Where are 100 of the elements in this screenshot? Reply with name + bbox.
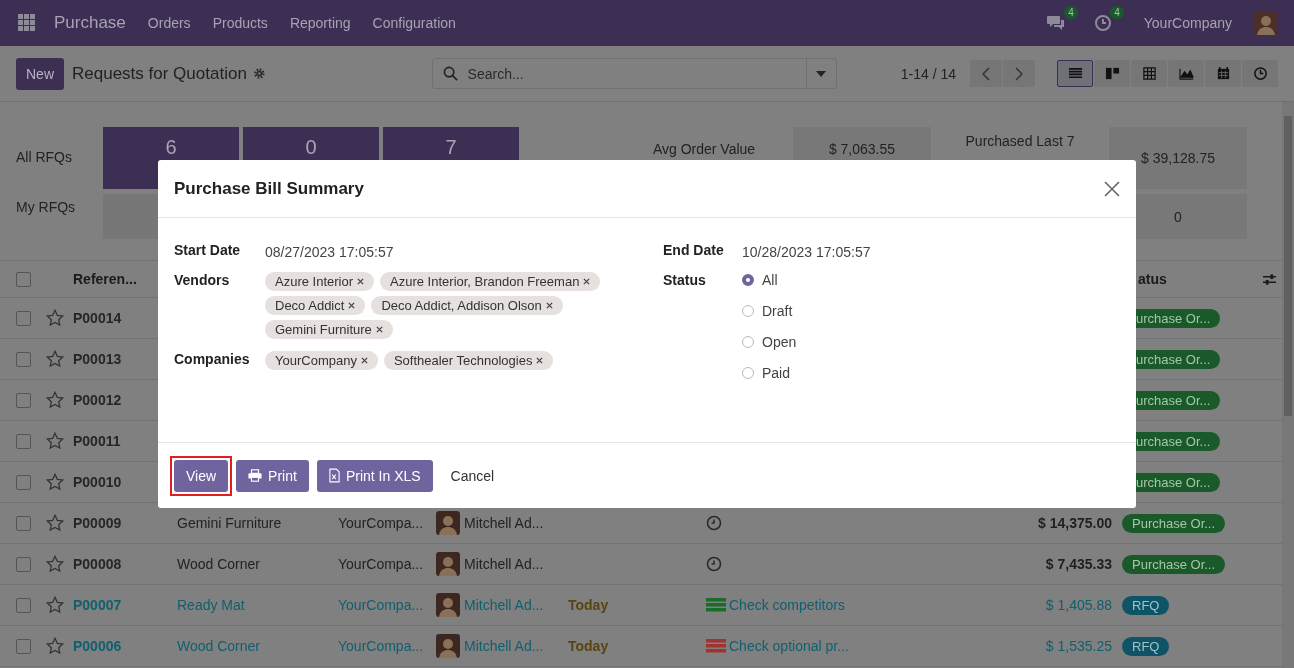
radio-button[interactable] xyxy=(742,274,754,286)
star-icon[interactable] xyxy=(46,350,64,368)
company-cell-text: YourCompa... xyxy=(338,638,425,654)
company-cell-text: YourCompa... xyxy=(338,515,425,531)
clock-icon[interactable] xyxy=(706,556,722,572)
menu-item[interactable]: Reporting xyxy=(289,15,351,31)
company-cell-text: YourCompa... xyxy=(338,597,425,613)
company-tag[interactable]: YourCompany xyxy=(265,351,378,370)
field-label: Vendors xyxy=(174,272,231,288)
new-button[interactable]: New xyxy=(16,57,64,90)
menu-item[interactable]: Orders xyxy=(147,15,191,31)
date-field[interactable]: 10/28/2023 17:05:57 xyxy=(742,242,871,260)
view-switch-button[interactable] xyxy=(1205,60,1241,87)
search-field[interactable]: Search... xyxy=(431,58,837,89)
star-icon[interactable] xyxy=(46,309,64,327)
remove-icon[interactable] xyxy=(545,302,553,309)
star-icon[interactable] xyxy=(46,432,64,450)
row-checkbox[interactable] xyxy=(16,556,31,572)
star-icon[interactable] xyxy=(46,637,64,655)
search-input[interactable]: Search... xyxy=(465,64,806,83)
row-checkbox[interactable] xyxy=(16,392,31,408)
gear-icon[interactable] xyxy=(252,67,266,80)
pager-text: 1-14 / 14 xyxy=(900,65,956,82)
date-field[interactable]: 08/27/2023 17:05:57 xyxy=(265,242,394,260)
row-checkbox[interactable] xyxy=(16,310,31,326)
row-checkbox[interactable] xyxy=(16,515,31,531)
row-checkbox[interactable] xyxy=(16,474,31,490)
vendor-tag[interactable]: Gemini Furniture xyxy=(265,320,393,339)
calendar-icon xyxy=(1215,66,1231,81)
menu-item[interactable]: Products xyxy=(212,15,268,31)
apps-grid-icon[interactable] xyxy=(18,14,36,32)
cancel-button[interactable]: Cancel xyxy=(436,457,509,494)
chevron-right-icon xyxy=(1015,66,1023,81)
row-checkbox[interactable] xyxy=(16,351,31,367)
row-checkbox[interactable] xyxy=(16,433,31,449)
vendor-cell-text: Wood Corner xyxy=(177,638,261,654)
company-tag[interactable]: Softhealer Technologies xyxy=(383,351,554,370)
status-badge: RFQ xyxy=(1122,636,1170,656)
remove-icon[interactable] xyxy=(583,278,591,285)
row-checkbox[interactable] xyxy=(16,597,31,613)
view-switch-button[interactable] xyxy=(1242,60,1278,87)
vendor-cell-text: Gemini Furniture xyxy=(177,515,283,531)
view-switch-button[interactable] xyxy=(1094,60,1130,87)
stat-label: Purchased Last 7 xyxy=(965,132,1075,149)
total-cell-text: $ 7,435.33 xyxy=(1044,556,1112,572)
user-avatar[interactable] xyxy=(1254,11,1278,35)
reference-cell[interactable]: P00008 xyxy=(73,556,177,572)
view-button[interactable]: View xyxy=(170,455,233,496)
buyer-name: Mitchell Ad... xyxy=(464,556,544,572)
row-checkbox[interactable] xyxy=(16,638,31,654)
chevron-left-icon xyxy=(982,66,990,81)
deadline-cell: Today xyxy=(568,638,609,654)
remove-icon[interactable] xyxy=(357,278,365,285)
field-label: End Date xyxy=(663,242,725,258)
view-switch-button[interactable] xyxy=(1057,60,1093,87)
star-icon[interactable] xyxy=(46,555,64,573)
view-switch-button[interactable] xyxy=(1131,60,1167,87)
remove-icon[interactable] xyxy=(536,357,544,364)
dashboard-row-label: My RFQs xyxy=(16,199,77,215)
view-switch-button[interactable] xyxy=(1168,60,1204,87)
remove-icon[interactable] xyxy=(375,326,383,333)
star-icon[interactable] xyxy=(46,514,64,532)
chat-icon[interactable] xyxy=(1045,14,1066,32)
close-icon[interactable] xyxy=(1104,180,1120,197)
company-name[interactable]: YourCompany xyxy=(1143,15,1232,31)
menu-item[interactable]: Configuration xyxy=(372,15,456,31)
tile-count: 7 xyxy=(445,136,457,159)
radio-label[interactable]: Draft xyxy=(762,303,793,319)
clock-icon[interactable] xyxy=(706,515,722,531)
vendor-cell-text: Wood Corner xyxy=(177,556,261,572)
reference-cell[interactable]: P00009 xyxy=(73,515,177,531)
vendor-tag[interactable]: Azure Interior, Brandon Freeman xyxy=(380,272,601,291)
field-label: Start Date xyxy=(174,242,242,258)
task-list-icon[interactable] xyxy=(706,638,726,654)
star-icon[interactable] xyxy=(46,391,64,409)
remove-icon[interactable] xyxy=(360,357,368,364)
vendor-tag[interactable]: Deco Addict xyxy=(265,296,366,315)
status-badge: Purchase Or... xyxy=(1122,513,1226,533)
remove-icon[interactable] xyxy=(348,302,356,309)
radio-label[interactable]: Paid xyxy=(762,365,791,381)
radio-label[interactable]: Open xyxy=(762,334,797,350)
buyer-avatar xyxy=(436,511,460,535)
radio-label[interactable]: All xyxy=(762,272,778,288)
vendor-tag[interactable]: Deco Addict, Addison Olson xyxy=(371,296,563,315)
previous-button[interactable] xyxy=(970,60,1002,87)
star-icon[interactable] xyxy=(46,596,64,614)
scrollbar[interactable] xyxy=(1282,102,1294,668)
sliders-icon[interactable] xyxy=(1262,272,1277,286)
kanban-view-icon xyxy=(1104,66,1120,81)
app-name[interactable]: Purchase xyxy=(54,13,126,33)
select-all-checkbox[interactable] xyxy=(16,271,31,287)
star-icon[interactable] xyxy=(46,473,64,491)
buyer-avatar xyxy=(436,593,460,617)
printer-icon xyxy=(248,469,263,482)
caret-icon[interactable] xyxy=(816,70,827,77)
tile-count: 6 xyxy=(165,136,177,159)
next-button[interactable] xyxy=(1003,60,1035,87)
area-chart-icon xyxy=(1178,66,1194,81)
clock-icon[interactable] xyxy=(1093,14,1112,32)
vendor-tag[interactable]: Azure Interior xyxy=(265,272,375,291)
